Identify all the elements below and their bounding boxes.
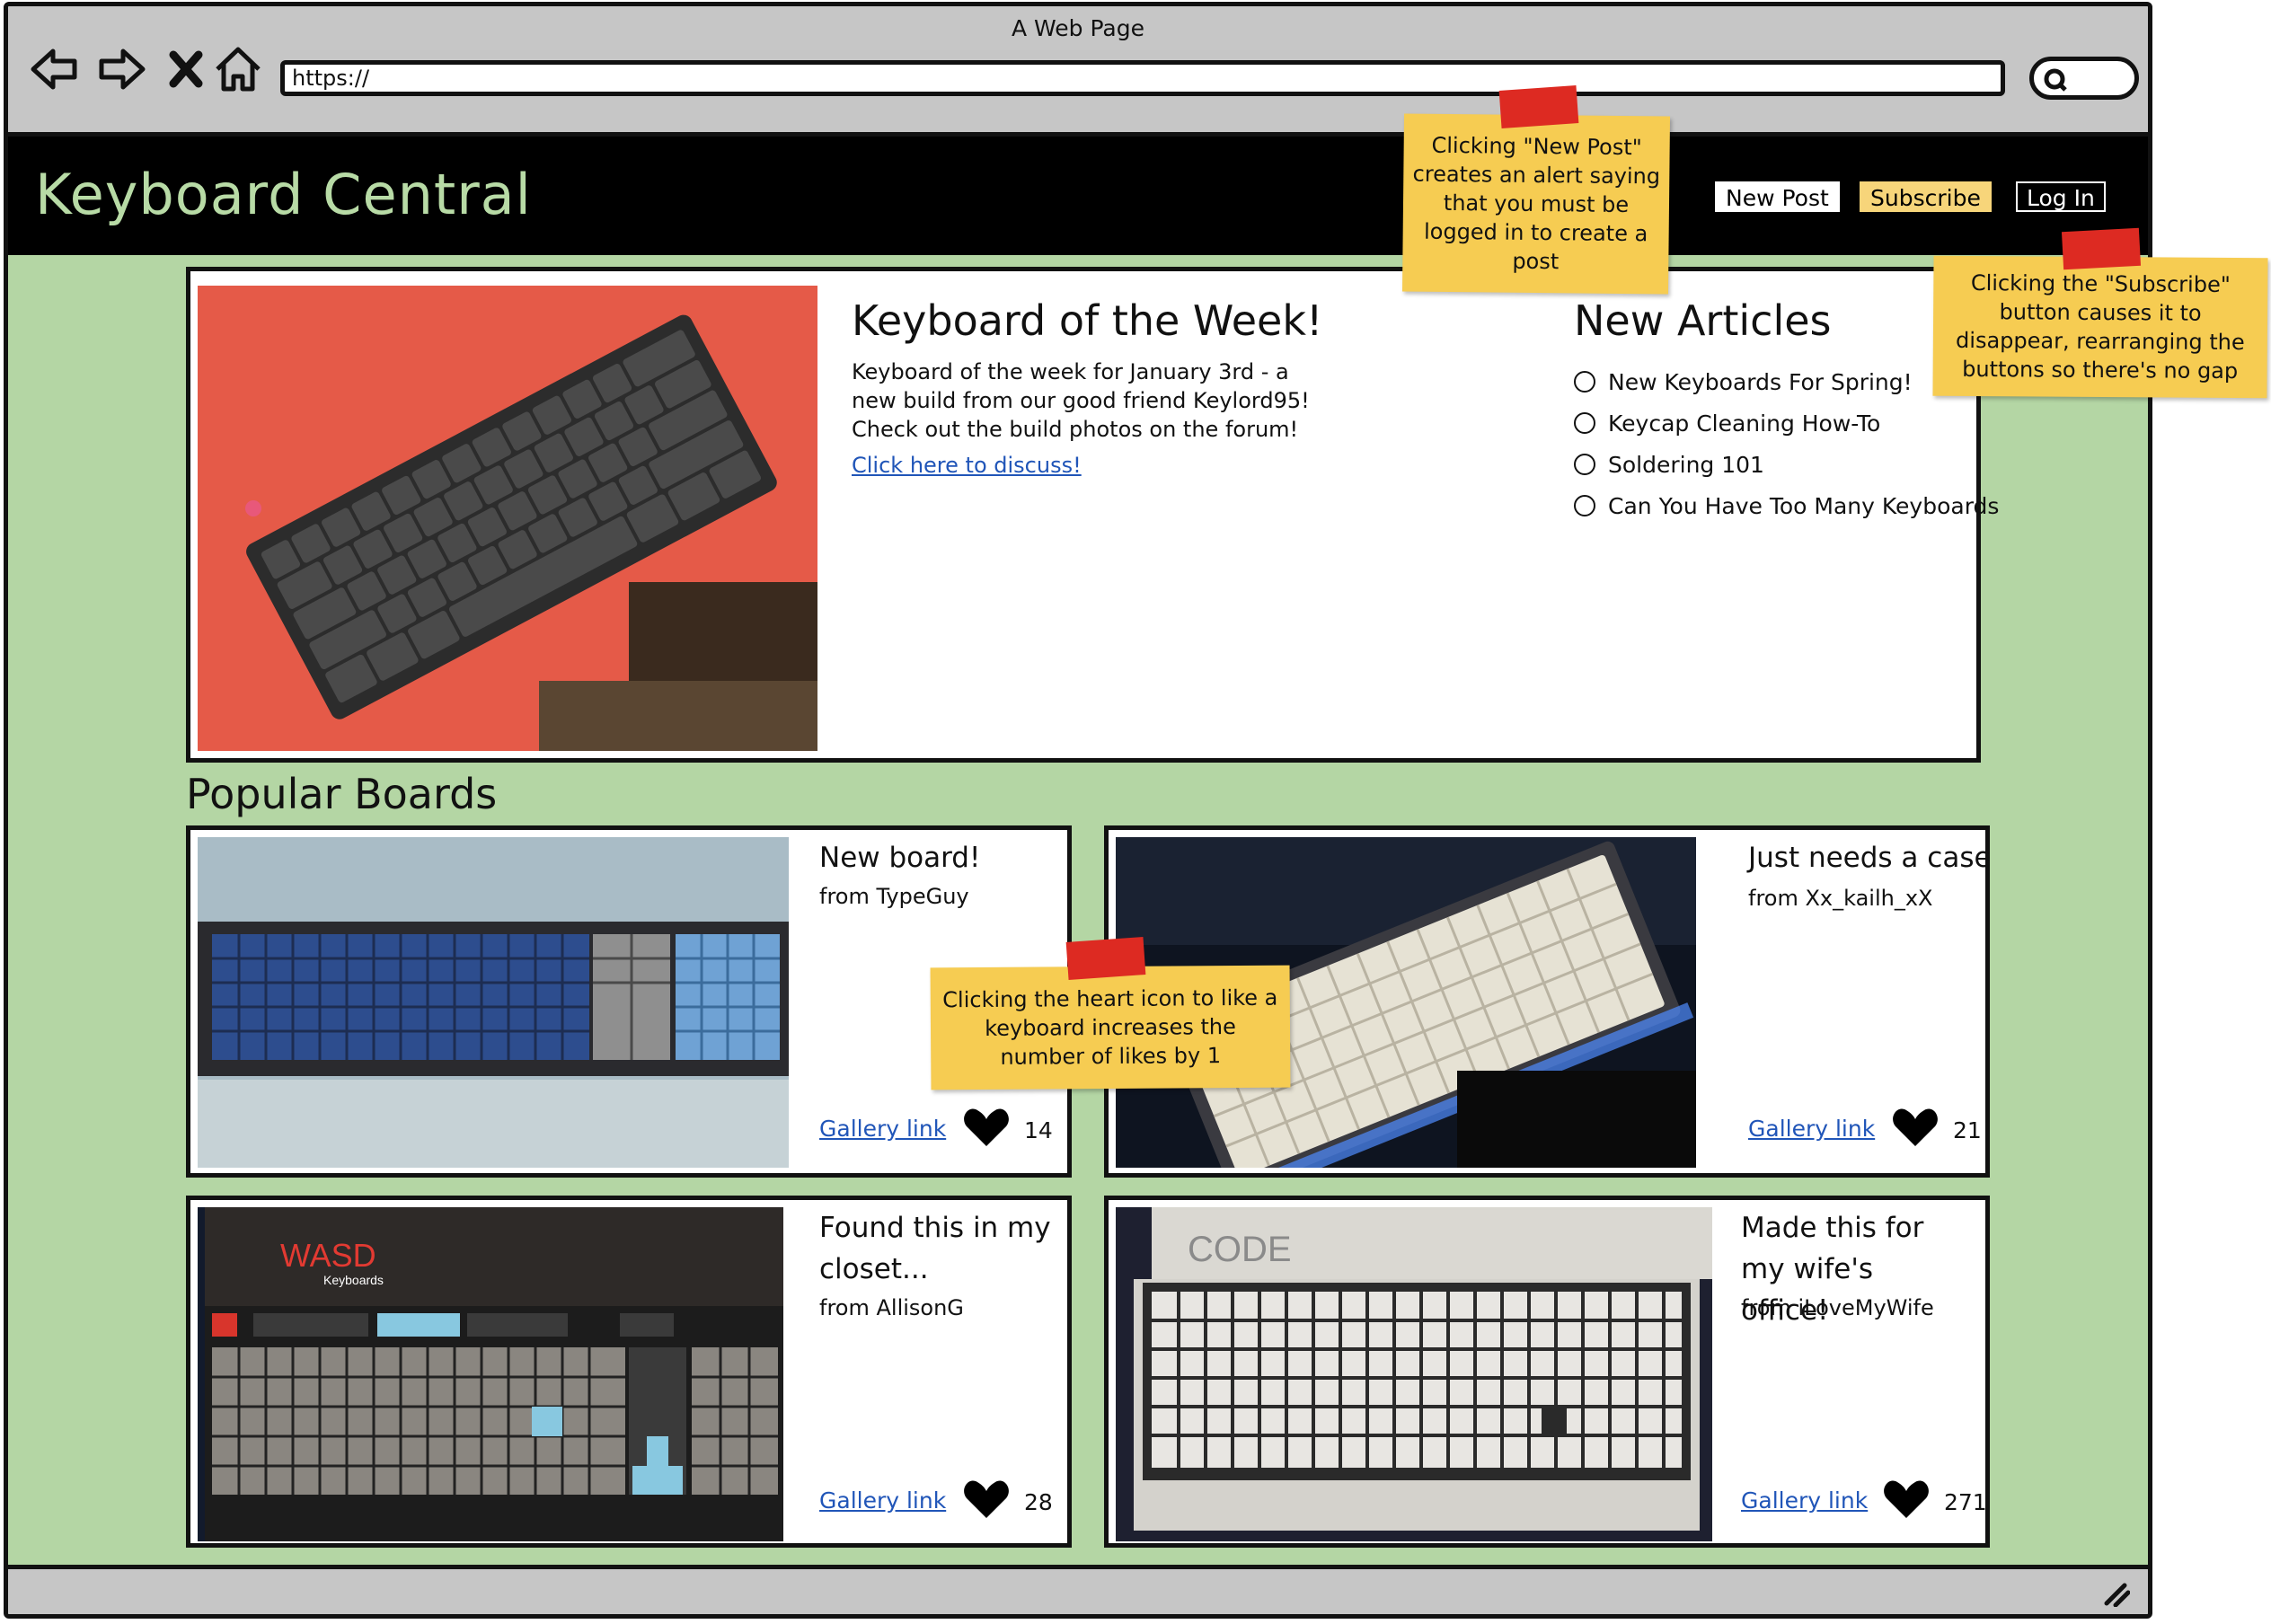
window-title: A Web Page (1011, 15, 1145, 41)
likes-count: 28 (1024, 1489, 1053, 1515)
discuss-link[interactable]: Click here to discuss! (852, 453, 1082, 478)
site-header: Keyboard Central New Post Subscribe Log … (8, 137, 2148, 255)
board-photo: CODE (1116, 1207, 1712, 1541)
board-title: New board! (819, 842, 981, 874)
article-label: Keycap Cleaning How-To (1608, 410, 1881, 437)
article-item[interactable]: Can You Have Too Many Keyboards (1574, 485, 1999, 526)
likes-count: 271 (1944, 1489, 1987, 1515)
board-title: Found this in my closet... (819, 1212, 1051, 1285)
browser-window: A Web Page https:// Keyboard Central New… (4, 2, 2152, 1619)
radio-button[interactable] (1574, 495, 1595, 516)
new-post-annotation-note: Clicking "New Post" creates an alert say… (1401, 113, 1671, 295)
likes-count: 21 (1953, 1117, 1982, 1143)
board-title: Just needs a case (1748, 842, 1992, 874)
gallery-link[interactable]: Gallery link (819, 1487, 946, 1514)
board-author: from Xx_kailh_xX (1748, 886, 1933, 911)
code-box-text: CODE (1188, 1230, 1292, 1269)
gallery-link[interactable]: Gallery link (1748, 1116, 1875, 1142)
tape-strip (2061, 227, 2142, 270)
new-articles-heading: New Articles (1574, 296, 1832, 345)
popular-boards-heading: Popular Boards (186, 770, 498, 818)
keyboard-of-week-panel: Keyboard of the Week! Keyboard of the we… (186, 267, 1999, 763)
likes-count: 14 (1024, 1117, 1053, 1143)
browser-toolbar: A Web Page https:// (8, 6, 2148, 137)
wasd-brand-text: WASD (280, 1237, 376, 1274)
radio-button[interactable] (1574, 454, 1595, 475)
board-card: WASD Keyboards Found this in my closet..… (186, 1196, 1072, 1548)
article-item[interactable]: Keycap Cleaning How-To (1574, 402, 1999, 444)
keyboard-of-week-photo (198, 286, 817, 751)
article-label: Can You Have Too Many Keyboards (1608, 492, 2000, 519)
article-item[interactable]: Soldering 101 (1574, 444, 1999, 485)
radio-button[interactable] (1574, 371, 1595, 393)
gallery-link[interactable]: Gallery link (819, 1116, 946, 1142)
new-post-button[interactable]: New Post (1715, 181, 1840, 212)
board-author: from iLoveMyWife (1741, 1295, 1934, 1320)
site-title[interactable]: Keyboard Central (35, 162, 532, 227)
radio-button[interactable] (1574, 412, 1595, 434)
board-author: from AllisonG (819, 1295, 964, 1320)
heart-icon[interactable] (963, 1107, 1010, 1148)
browser-status-bar (8, 1565, 2148, 1614)
board-author: from TypeGuy (819, 884, 969, 909)
subscribe-button[interactable]: Subscribe (1860, 181, 1992, 212)
article-label: Soldering 101 (1608, 451, 1764, 478)
heart-icon[interactable] (963, 1478, 1010, 1520)
heart-icon[interactable] (1892, 1107, 1939, 1148)
wasd-sub-text: Keyboards (323, 1273, 384, 1287)
tape-strip (1498, 85, 1579, 128)
heart-annotation-note: Clicking the heart icon to like a keyboa… (930, 965, 1291, 1090)
browser-search-box[interactable] (2029, 57, 2139, 100)
log-in-button[interactable]: Log In (2016, 181, 2106, 212)
gallery-link[interactable]: Gallery link (1741, 1487, 1868, 1514)
keyboard-of-week-description: Keyboard of the week for January 3rd - a… (852, 359, 1310, 442)
tape-strip (1065, 937, 1146, 980)
board-photo (198, 837, 789, 1168)
home-icon[interactable] (211, 42, 265, 96)
board-photo: WASD Keyboards (198, 1207, 783, 1541)
forward-arrow-icon[interactable] (94, 42, 148, 96)
stop-x-icon[interactable] (159, 42, 213, 96)
board-card: CODE Made this for my wife's office! fro… (1104, 1196, 1990, 1548)
search-icon (2044, 68, 2067, 92)
resize-grip-icon[interactable] (2103, 1582, 2130, 1607)
back-arrow-icon[interactable] (28, 42, 82, 96)
article-label: New Keyboards For Spring! (1608, 368, 1913, 395)
keyboard-of-week-heading: Keyboard of the Week! (852, 296, 1323, 345)
subscribe-annotation-note: Clicking the "Subscribe" button causes i… (1932, 255, 2268, 399)
heart-icon[interactable] (1883, 1478, 1930, 1520)
url-input[interactable]: https:// (280, 60, 2005, 96)
